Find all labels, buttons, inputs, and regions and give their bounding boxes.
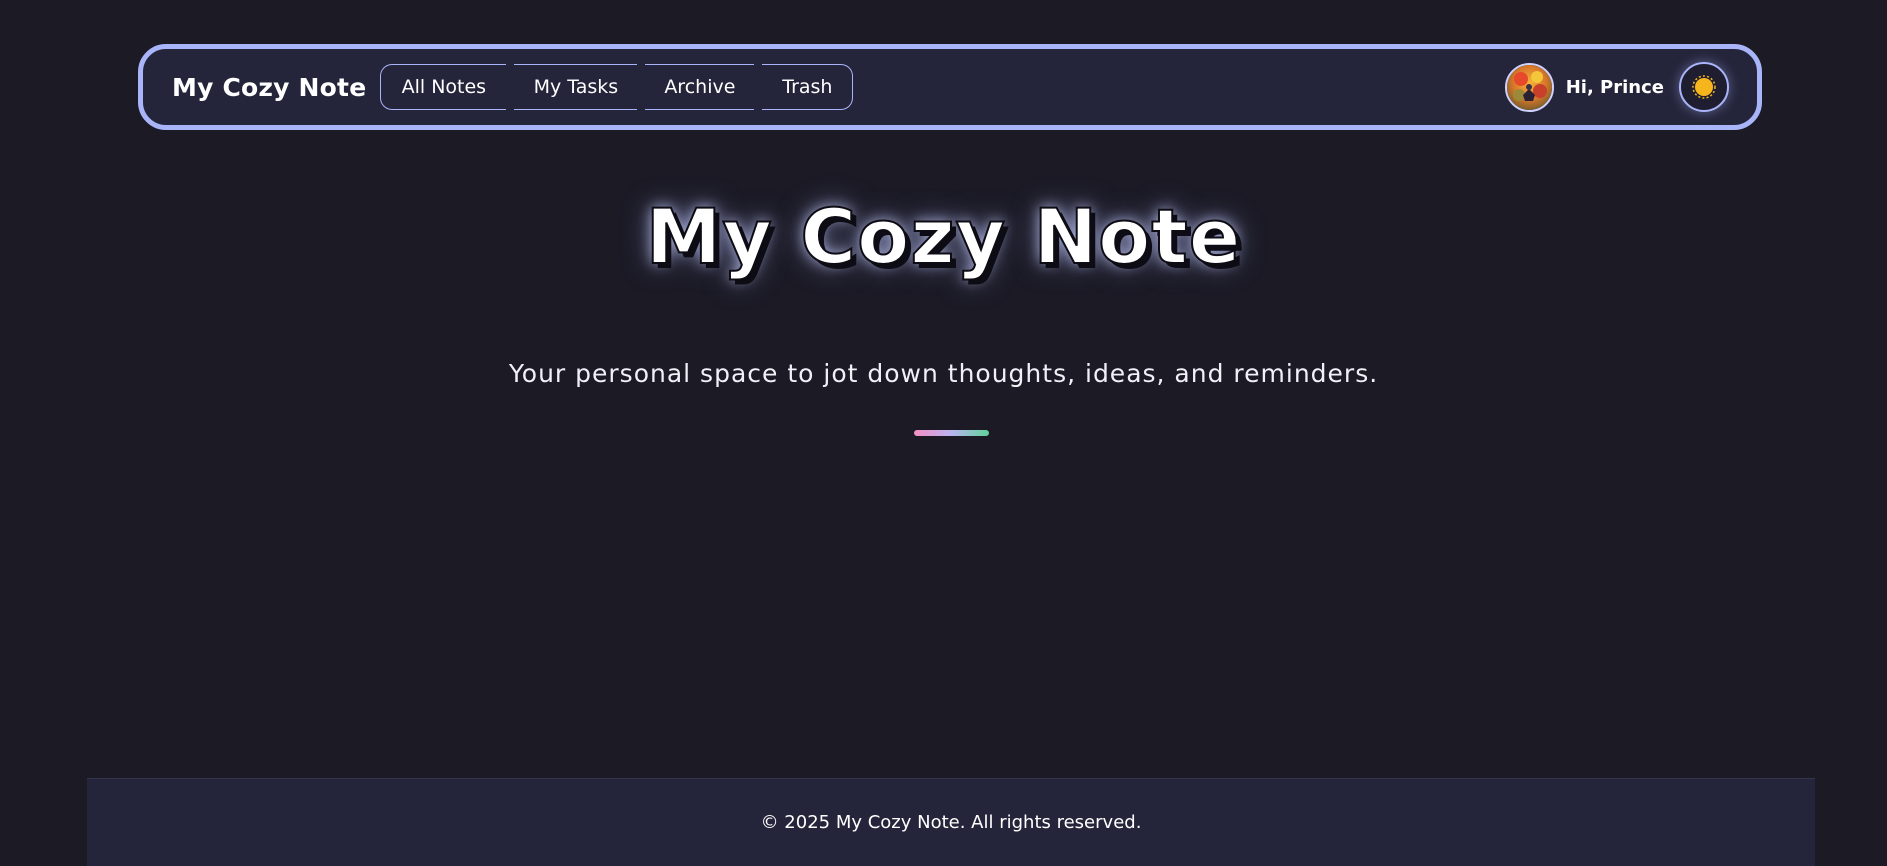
- top-navbar: My Cozy Note All Notes My Tasks Archive …: [138, 44, 1762, 130]
- theme-toggle-button[interactable]: [1679, 62, 1729, 112]
- nav-link-archive[interactable]: Archive: [645, 64, 755, 110]
- footer: © 2025 My Cozy Note. All rights reserved…: [87, 778, 1815, 866]
- user-greeting: Hi, Prince: [1565, 76, 1664, 98]
- footer-copyright: © 2025 My Cozy Note. All rights reserved…: [760, 812, 1142, 833]
- hero-title: My Cozy Note: [645, 191, 1242, 282]
- nav-link-all-notes[interactable]: All Notes: [380, 64, 507, 110]
- brand-logo-text[interactable]: My Cozy Note: [172, 73, 366, 102]
- gradient-divider: [914, 430, 989, 436]
- user-avatar-icon: [1506, 64, 1552, 110]
- nav-link-my-tasks[interactable]: My Tasks: [514, 64, 638, 110]
- nav-links: All Notes My Tasks Archive Trash: [380, 64, 854, 110]
- sun-icon: [1692, 75, 1716, 99]
- nav-link-trash[interactable]: Trash: [762, 64, 854, 110]
- page: My Cozy Note All Notes My Tasks Archive …: [0, 0, 1887, 866]
- avatar[interactable]: [1504, 62, 1554, 112]
- user-area: Hi, Prince: [1504, 62, 1729, 112]
- hero-subtitle: Your personal space to jot down thoughts…: [508, 359, 1379, 388]
